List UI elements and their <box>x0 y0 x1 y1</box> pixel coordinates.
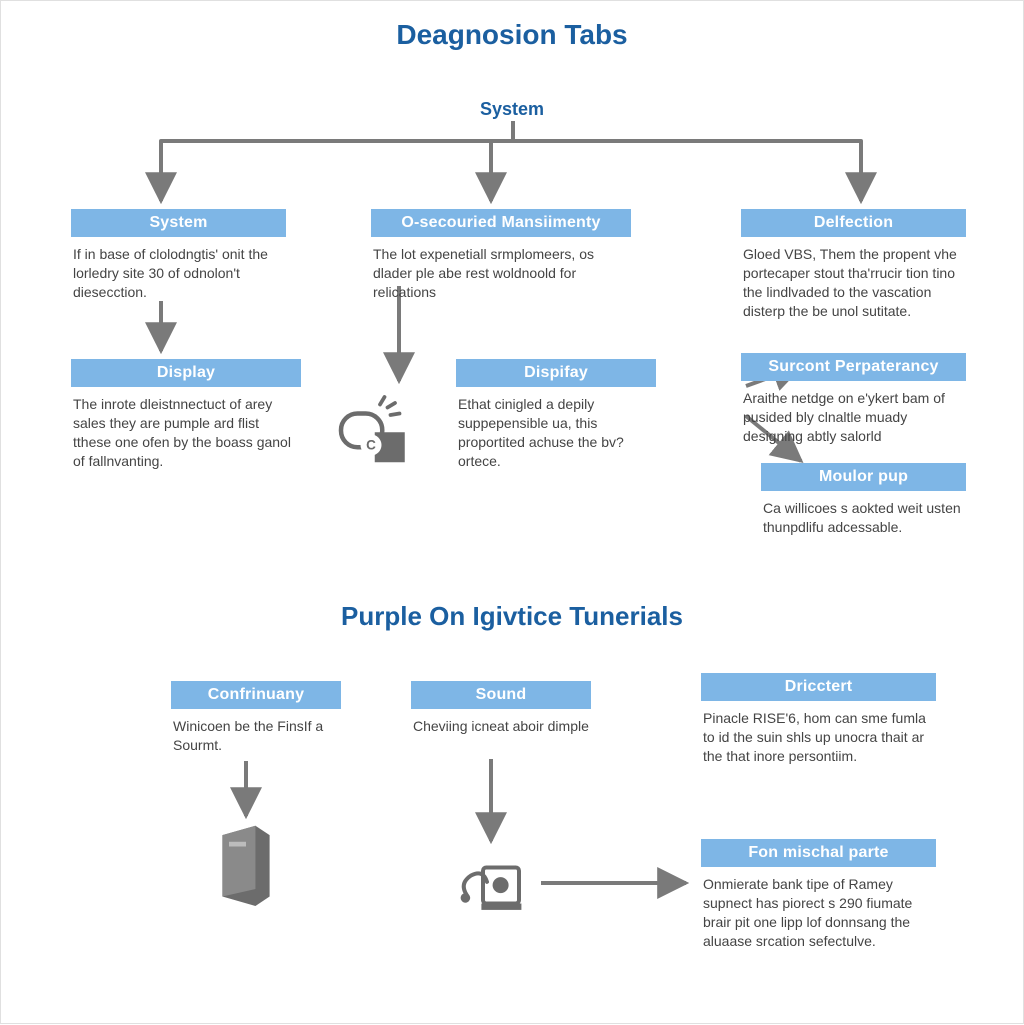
svg-text:C: C <box>366 438 376 453</box>
section1-title: Deagnosion Tabs <box>1 1 1023 51</box>
node-moulor-head: Moulor pup <box>761 463 966 491</box>
node-fonmischal-body: Onmierate bank tipe of Ramey supnect has… <box>701 867 936 951</box>
node-osecouried: O-secouried Mansiimenty The lot expeneti… <box>371 209 631 302</box>
node-moulor: Moulor pup Ca willicoes s aokted weit us… <box>761 463 966 537</box>
node-osecouried-body: The lot expenetiall srmplomeers, os dlad… <box>371 237 631 302</box>
node-osecouried-head: O-secouried Mansiimenty <box>371 209 631 237</box>
computer-c-icon: C <box>331 391 411 466</box>
node-surcont: Surcont Perpaterancy Araithe netdge on e… <box>741 353 966 446</box>
node-sound-head: Sound <box>411 681 591 709</box>
server-box-icon <box>216 821 276 906</box>
node-sound: Sound Cheviing icneat aboir dimple <box>411 681 591 736</box>
node-delfection-body: Gloed VBS, Them the propent vhe portecap… <box>741 237 966 321</box>
node-dricctert-body: Pinacle RISE'6, hom can sme fumla to id … <box>701 701 936 766</box>
node-surcont-body: Araithe netdge on e'ykert bam of pusided… <box>741 381 966 446</box>
root-label: System <box>480 99 544 120</box>
node-confrinuany: Confrinuany Winicoen be the FinsIf a Sou… <box>171 681 341 755</box>
node-delfection-head: Delfection <box>741 209 966 237</box>
node-system-body: If in base of clolodngtis' onit the lorl… <box>71 237 286 302</box>
node-system: System If in base of clolodngtis' onit t… <box>71 209 286 302</box>
node-dricctert-head: Dricctert <box>701 673 936 701</box>
node-display-head: Display <box>71 359 301 387</box>
node-dispifay: Dispifay Ethat cinigled a depily suppepe… <box>456 359 656 471</box>
node-fonmischal-head: Fon mischal parte <box>701 839 936 867</box>
node-moulor-body: Ca willicoes s aokted weit usten thunpdl… <box>761 491 966 537</box>
node-display-body: The inrote dleistnnectuct of arey sales … <box>71 387 301 471</box>
node-fonmischal: Fon mischal parte Onmierate bank tipe of… <box>701 839 936 951</box>
node-delfection: Delfection Gloed VBS, Them the propent v… <box>741 209 966 321</box>
node-confrinuany-head: Confrinuany <box>171 681 341 709</box>
node-display: Display The inrote dleistnnectuct of are… <box>71 359 301 471</box>
node-dricctert: Dricctert Pinacle RISE'6, hom can sme fu… <box>701 673 936 766</box>
node-surcont-head: Surcont Perpaterancy <box>741 353 966 381</box>
node-dispifay-head: Dispifay <box>456 359 656 387</box>
node-confrinuany-body: Winicoen be the FinsIf a Sourmt. <box>171 709 341 755</box>
node-sound-body: Cheviing icneat aboir dimple <box>411 709 591 736</box>
section2-title: Purple On Igivtice Tunerials <box>1 601 1023 632</box>
node-system-head: System <box>71 209 286 237</box>
machine-icon <box>451 851 531 916</box>
node-dispifay-body: Ethat cinigled a depily suppepensible ua… <box>456 387 656 471</box>
